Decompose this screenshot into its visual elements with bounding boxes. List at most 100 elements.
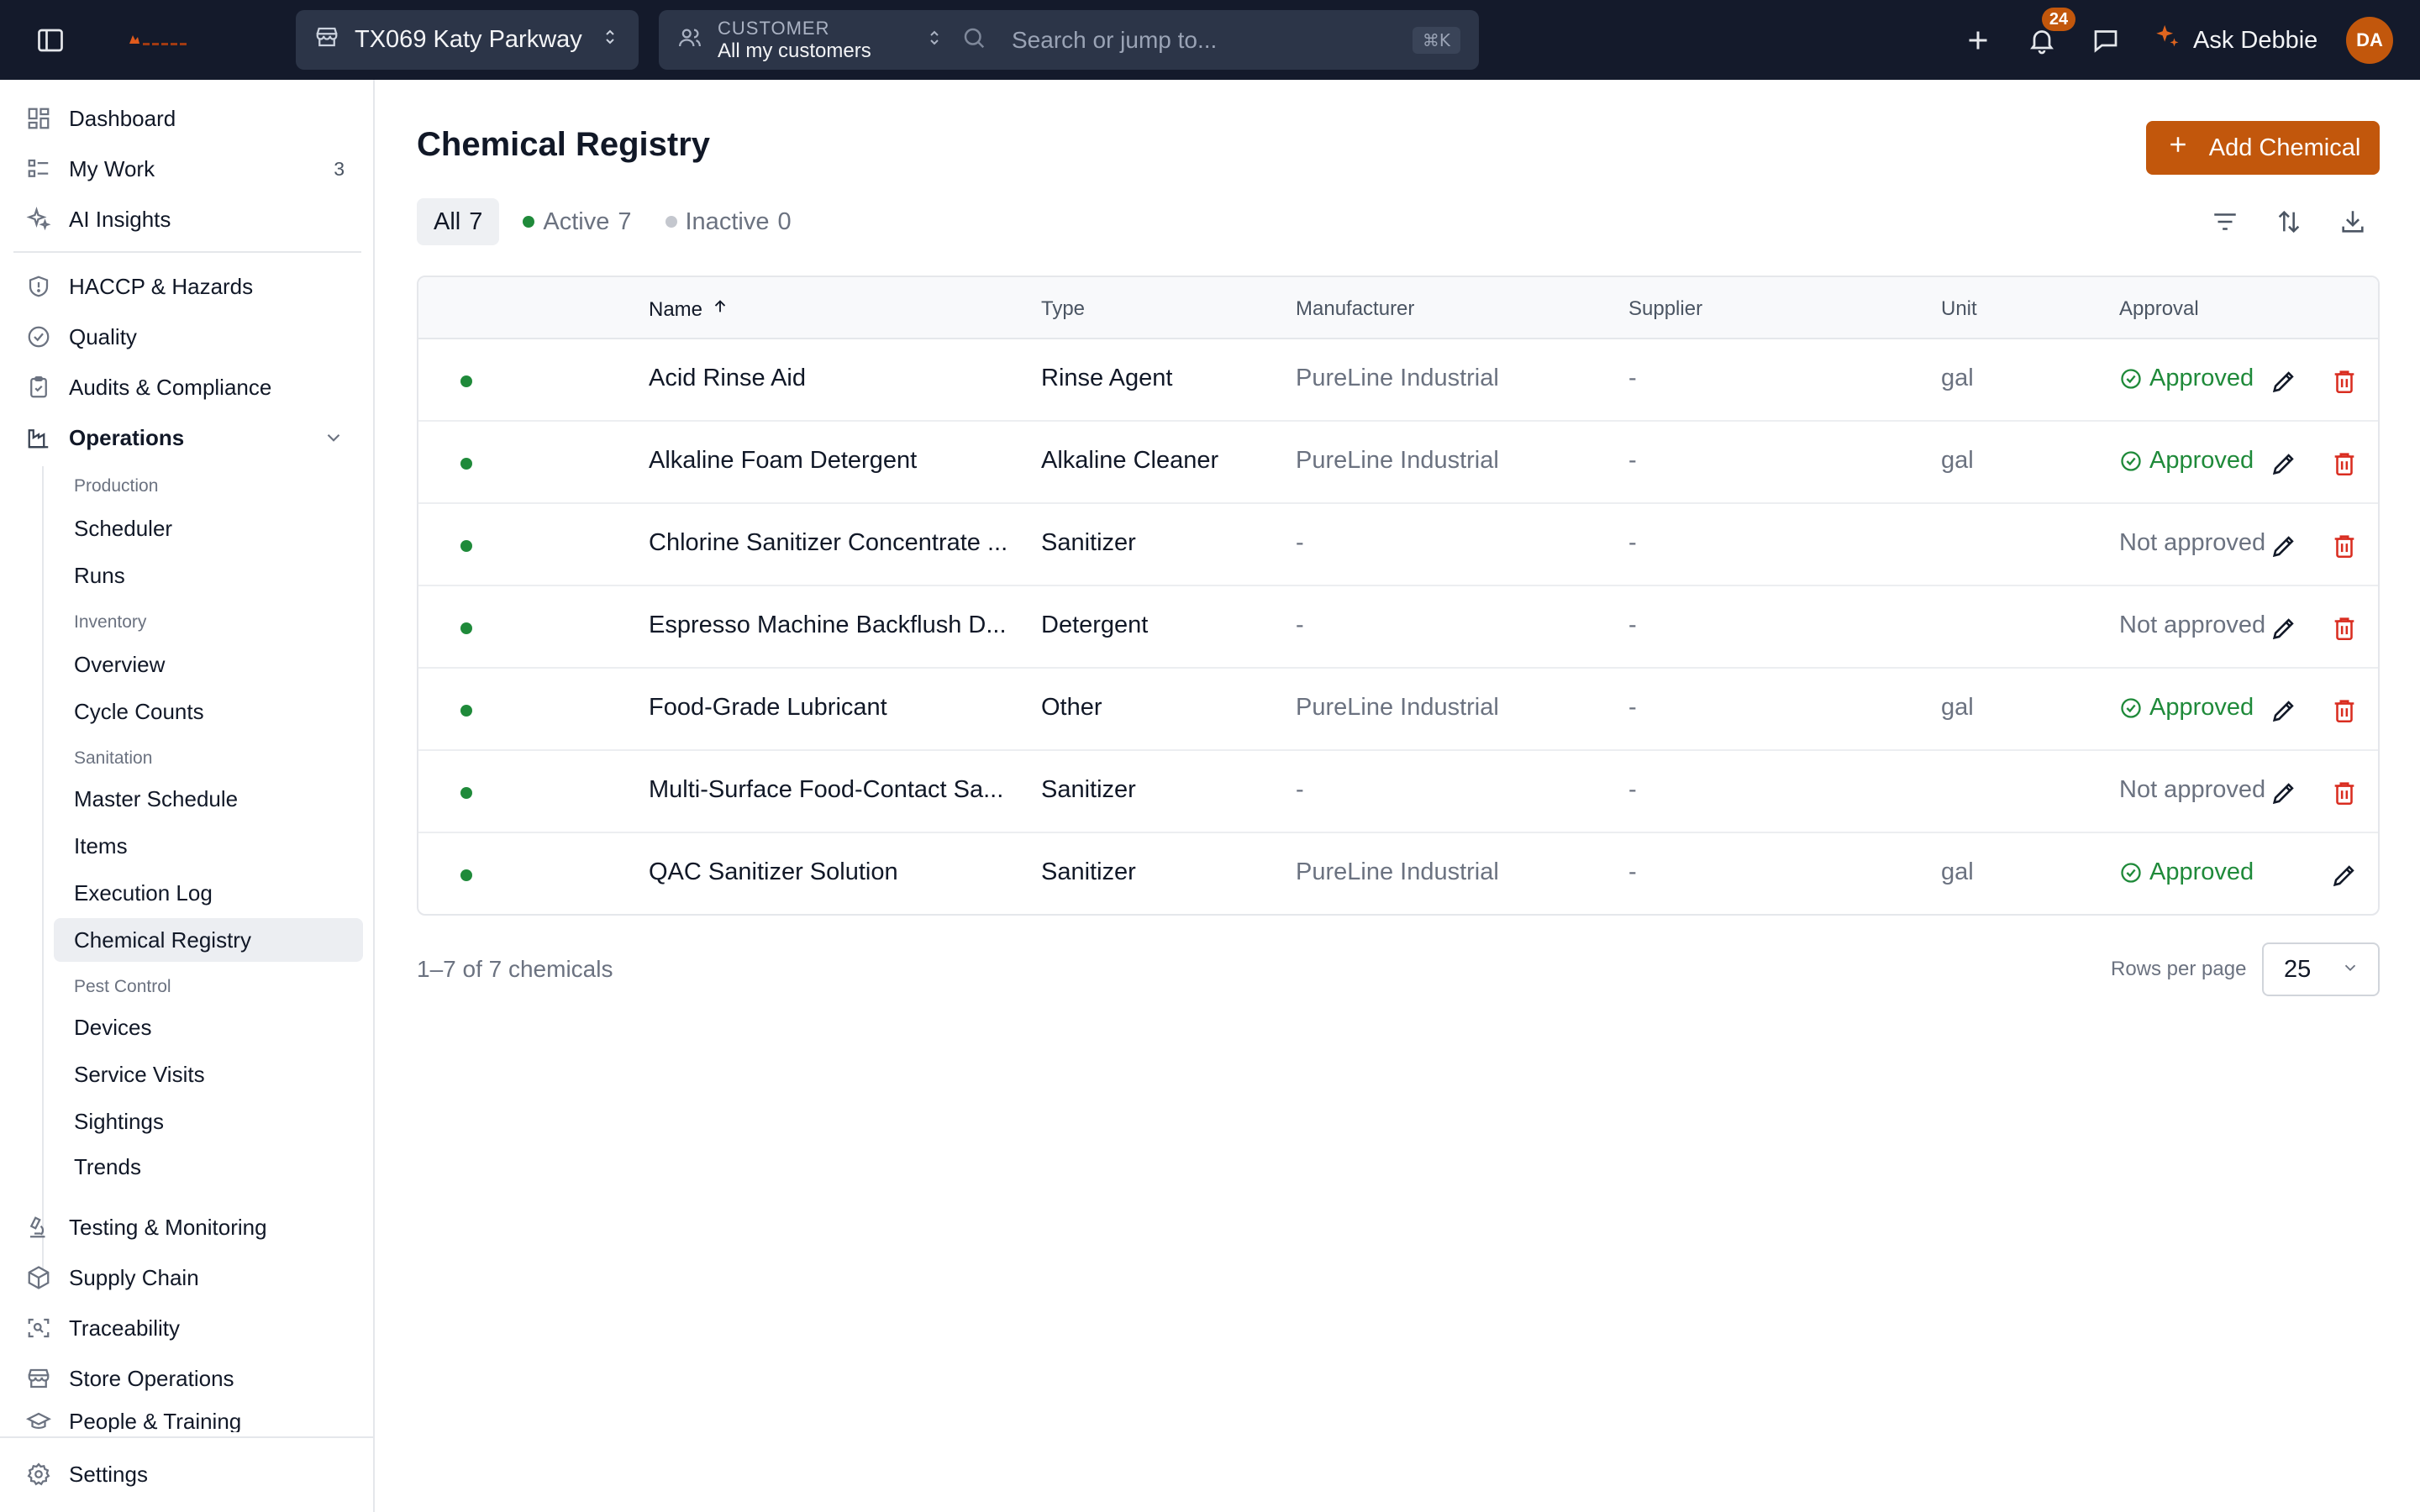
tab-label: All: [434, 207, 461, 235]
column-header-approval[interactable]: Approval: [2119, 297, 2199, 321]
edit-icon[interactable]: [2328, 858, 2361, 892]
customer-caption: CUSTOMER: [718, 17, 830, 39]
sidebar-item-people-training[interactable]: People & Training: [25, 1407, 361, 1432]
chemical-supplier: -: [1628, 529, 1637, 556]
sidebar-item-store-operations[interactable]: Store Operations: [25, 1357, 361, 1400]
approval-label: Approved: [2149, 365, 2254, 391]
filter-icon[interactable]: [2207, 203, 2244, 240]
rows-per-page-select[interactable]: 25: [2262, 942, 2380, 996]
sidebar-item-dashboard[interactable]: Dashboard: [25, 97, 361, 140]
table-row[interactable]: Acid Rinse Aid Rinse Agent PureLine Indust…: [418, 339, 2378, 422]
edit-icon[interactable]: [2267, 776, 2301, 810]
column-header-manufacturer[interactable]: Manufacturer: [1296, 297, 1414, 321]
column-header-unit[interactable]: Unit: [1941, 297, 1977, 321]
sort-icon[interactable]: [2270, 203, 2307, 240]
chemical-name[interactable]: Alkaline Foam Detergent: [649, 447, 917, 475]
chat-icon[interactable]: [2086, 20, 2126, 60]
customer-selector[interactable]: CUSTOMER All my customers: [718, 18, 911, 63]
chemical-unit: gal: [1941, 858, 1974, 885]
trash-icon[interactable]: [2328, 529, 2361, 563]
sidebar-item-execution-log[interactable]: Execution Log: [54, 871, 363, 915]
avatar[interactable]: DA: [2346, 17, 2393, 64]
group-label-pest-control: Pest Control: [74, 977, 171, 996]
column-header-type[interactable]: Type: [1041, 297, 1085, 321]
active-status-dot: [460, 458, 472, 470]
sidebar-item-ai-insights[interactable]: AI Insights: [25, 197, 361, 241]
chemical-manufacturer: PureLine Industrial: [1296, 694, 1499, 721]
chevron-updown-icon[interactable]: [924, 28, 944, 52]
table-row[interactable]: Alkaline Foam Detergent Alkaline Cleaner P…: [418, 422, 2378, 504]
trash-icon[interactable]: [2328, 776, 2361, 810]
brand-logo[interactable]: [126, 29, 207, 52]
sidebar-item-haccp[interactable]: HACCP & Hazards: [25, 265, 361, 308]
chemical-manufacturer: PureLine Industrial: [1296, 858, 1499, 885]
chemical-name[interactable]: Acid Rinse Aid: [649, 365, 806, 392]
sidebar-item-my-work[interactable]: My Work 3: [25, 147, 361, 191]
chemical-name[interactable]: Espresso Machine Backflush D...: [649, 612, 1007, 639]
sidebar-item-operations[interactable]: Operations: [25, 416, 361, 459]
tab-label: Active: [543, 207, 610, 235]
sidebar-item-items[interactable]: Items: [54, 824, 363, 868]
sidebar-item-cycle-counts[interactable]: Cycle Counts: [54, 690, 363, 733]
approval-label: Not approved: [2119, 776, 2266, 803]
sidebar-item-sightings[interactable]: Sightings: [54, 1100, 363, 1143]
sidebar-item-master-schedule[interactable]: Master Schedule: [54, 777, 363, 821]
group-label-sanitation: Sanitation: [74, 748, 153, 768]
add-chemical-button[interactable]: Add Chemical: [2146, 121, 2380, 175]
table-row[interactable]: Multi-Surface Food-Contact Sa... Sanitize…: [418, 751, 2378, 833]
tab-all[interactable]: All 7: [417, 198, 500, 245]
check-circle-icon: [2119, 696, 2143, 720]
sidebar-item-service-visits[interactable]: Service Visits: [54, 1053, 363, 1096]
approval-label: Not approved: [2119, 612, 2266, 638]
sidebar-item-runs[interactable]: Runs: [54, 554, 363, 597]
sidebar-item-traceability[interactable]: Traceability: [25, 1306, 361, 1350]
trash-icon[interactable]: [2328, 365, 2361, 398]
download-icon[interactable]: [2334, 203, 2371, 240]
edit-icon[interactable]: [2267, 529, 2301, 563]
sidebar-item-supply-chain[interactable]: Supply Chain: [25, 1256, 361, 1299]
column-header-supplier[interactable]: Supplier: [1628, 297, 1702, 321]
trash-icon[interactable]: [2328, 612, 2361, 645]
chemical-name[interactable]: Multi-Surface Food-Contact Sa...: [649, 776, 1003, 804]
chemical-unit: gal: [1941, 447, 1974, 474]
sidebar-item-settings[interactable]: Settings: [25, 1452, 361, 1496]
chemical-name[interactable]: QAC Sanitizer Solution: [649, 858, 898, 886]
sidebar-item-overview[interactable]: Overview: [54, 643, 363, 686]
edit-icon[interactable]: [2267, 447, 2301, 480]
sidebar-item-trends[interactable]: Trends: [54, 1145, 363, 1189]
location-selector[interactable]: TX069 Katy Parkway: [296, 10, 639, 70]
table-row[interactable]: Espresso Machine Backflush D... Detergent…: [418, 586, 2378, 669]
sidebar-item-label: Dashboard: [69, 105, 176, 131]
table-row[interactable]: QAC Sanitizer Solution Sanitizer PureLine …: [418, 833, 2378, 914]
chemical-name[interactable]: Chlorine Sanitizer Concentrate ...: [649, 529, 1007, 557]
sidebar-item-devices[interactable]: Devices: [54, 1005, 363, 1049]
submenu-rail: [42, 466, 44, 1269]
sidebar-item-testing[interactable]: Testing & Monitoring: [25, 1205, 361, 1249]
plus-icon[interactable]: [1958, 20, 1998, 60]
sidebar-item-chemical-registry[interactable]: Chemical Registry: [54, 918, 363, 962]
sidebar-item-scheduler[interactable]: Scheduler: [54, 507, 363, 550]
table-row[interactable]: Chlorine Sanitizer Concentrate ... Saniti…: [418, 504, 2378, 586]
table-row[interactable]: Food-Grade Lubricant Other PureLine Indust…: [418, 669, 2378, 751]
active-status-dot: [460, 540, 472, 552]
sidebar-item-quality[interactable]: Quality: [25, 315, 361, 359]
check-circle-icon: [2119, 367, 2143, 391]
rows-per-page-value: 25: [2284, 955, 2312, 983]
edit-icon[interactable]: [2267, 694, 2301, 727]
sidebar-item-audits[interactable]: Audits & Compliance: [25, 365, 361, 409]
trash-icon[interactable]: [2328, 447, 2361, 480]
ask-debbie-button[interactable]: Ask Debbie: [2153, 20, 2317, 60]
edit-icon[interactable]: [2267, 365, 2301, 398]
chemical-name[interactable]: Food-Grade Lubricant: [649, 694, 887, 722]
chevron-down-icon[interactable]: [323, 427, 345, 449]
trash-icon[interactable]: [2328, 694, 2361, 727]
sidebar-toggle-icon[interactable]: [30, 20, 71, 60]
column-header-name[interactable]: Name: [649, 297, 729, 322]
tab-active[interactable]: Active 7: [506, 198, 648, 245]
edit-icon[interactable]: [2267, 612, 2301, 645]
tab-inactive[interactable]: Inactive 0: [649, 198, 808, 245]
chemical-unit: gal: [1941, 694, 1974, 721]
customer-value: All my customers: [718, 39, 871, 62]
search-input[interactable]: Search or jump to...: [1012, 27, 1413, 54]
chemical-manufacturer: -: [1296, 776, 1304, 803]
